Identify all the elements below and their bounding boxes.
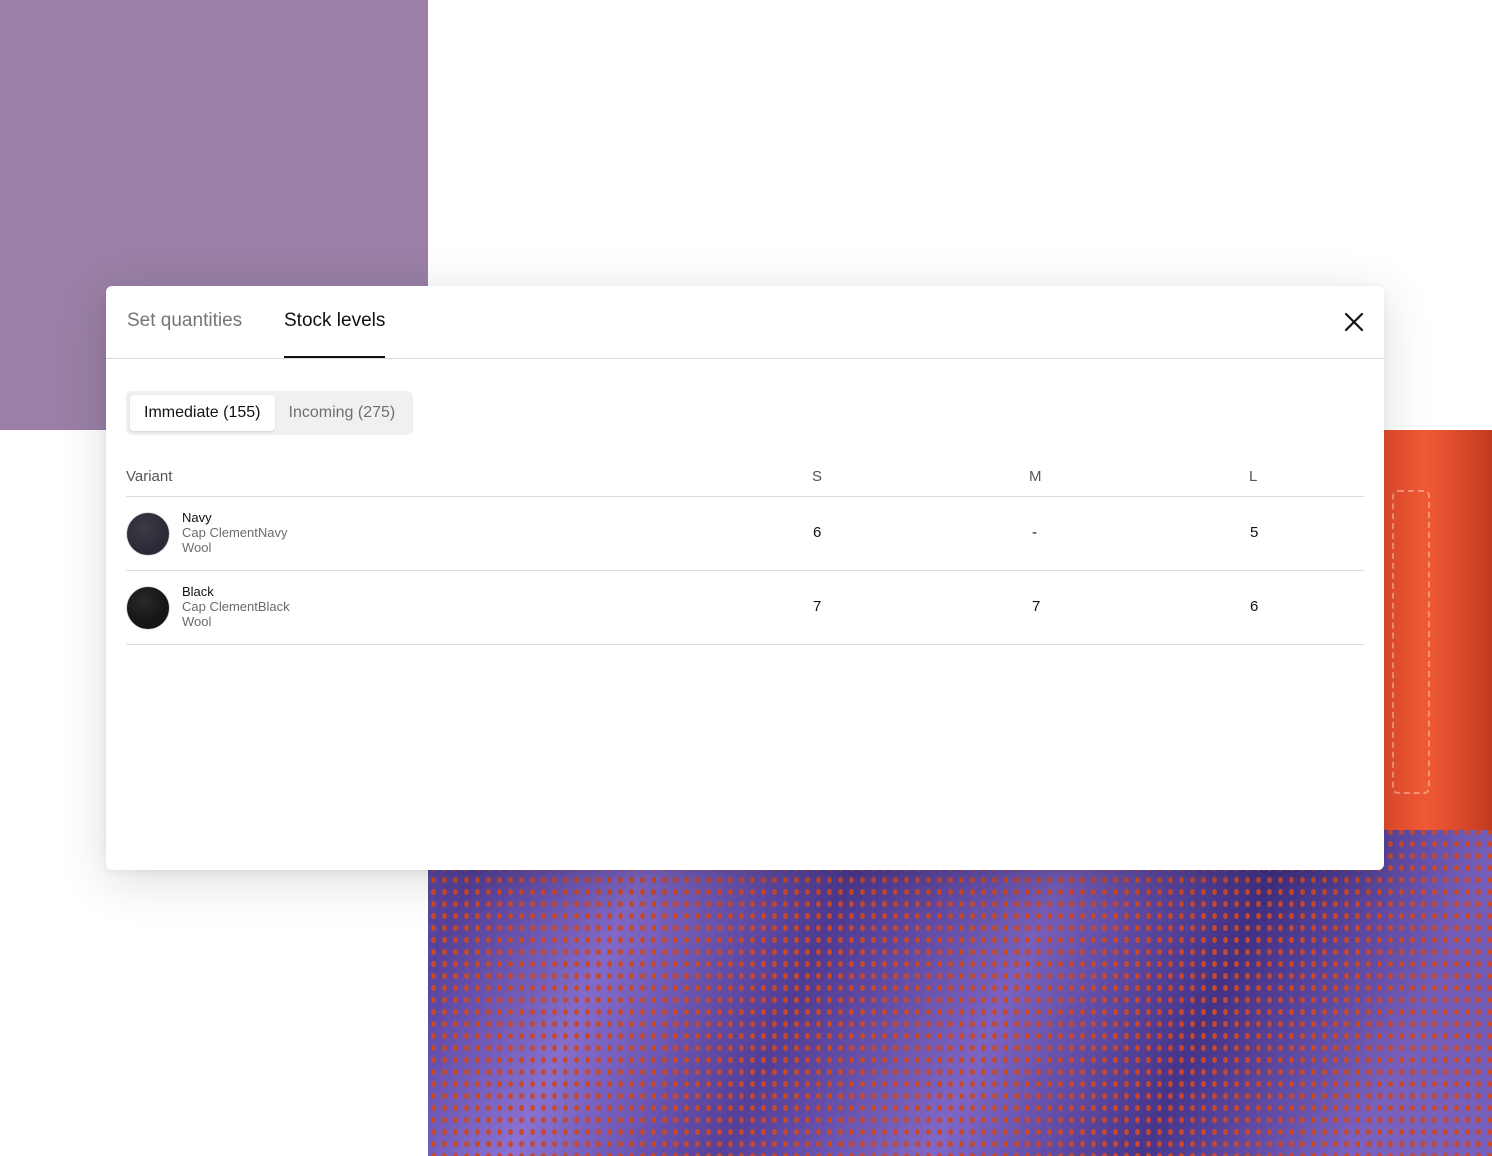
- table-header: Variant S M L: [126, 461, 1364, 497]
- tab-stock-levels[interactable]: Stock levels: [284, 310, 386, 358]
- variant-material: Wool: [182, 540, 212, 555]
- modal-header: Set quantities Stock levels: [106, 286, 1384, 359]
- bag-strap: [1392, 490, 1430, 794]
- stock-size-l: 5: [1250, 524, 1259, 541]
- header-size-m: M: [1029, 468, 1042, 485]
- table-row: Black Cap ClementBlack Wool 7 7 6: [126, 571, 1364, 645]
- close-icon: [1344, 312, 1364, 332]
- stock-size-m: 7: [1032, 598, 1041, 615]
- stock-type-toggle: Immediate (155) Incoming (275): [126, 391, 414, 435]
- tab-set-quantities[interactable]: Set quantities: [127, 310, 242, 358]
- variant-product-name: Cap ClementBlack: [182, 599, 290, 614]
- variant-info: Navy Cap ClementNavy Wool: [182, 510, 288, 555]
- stock-size-m: -: [1032, 524, 1037, 541]
- stock-table: Variant S M L Navy Cap ClementNavy Wool …: [126, 461, 1364, 645]
- stock-size-s: 6: [813, 524, 822, 541]
- variant-color-name: Black: [182, 584, 214, 599]
- stock-size-s: 7: [813, 598, 822, 615]
- variant-material: Wool: [182, 614, 212, 629]
- header-variant: Variant: [126, 468, 173, 485]
- header-size-l: L: [1249, 468, 1258, 485]
- header-size-s: S: [812, 468, 823, 485]
- table-row: Navy Cap ClementNavy Wool 6 - 5: [126, 497, 1364, 571]
- color-swatch: [126, 586, 170, 630]
- variant-color-name: Navy: [182, 510, 212, 525]
- toggle-incoming[interactable]: Incoming (275): [275, 395, 410, 431]
- modal-body: Immediate (155) Incoming (275) Variant S…: [106, 359, 1384, 645]
- variant-product-name: Cap ClementNavy: [182, 525, 288, 540]
- close-button[interactable]: [1342, 310, 1366, 334]
- toggle-immediate[interactable]: Immediate (155): [130, 395, 275, 431]
- stock-size-l: 6: [1250, 598, 1259, 615]
- color-swatch: [126, 512, 170, 556]
- stock-modal: Set quantities Stock levels Immediate (1…: [106, 286, 1384, 870]
- variant-info: Black Cap ClementBlack Wool: [182, 584, 290, 629]
- background-bag: [1372, 430, 1492, 830]
